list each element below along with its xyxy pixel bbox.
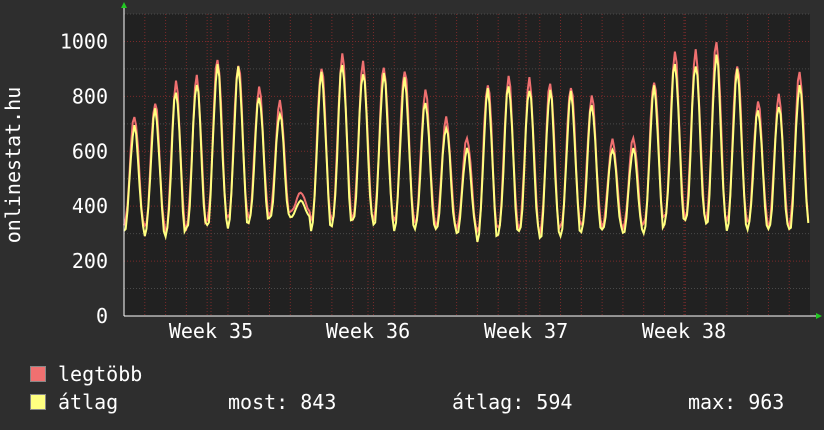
x-tick-label: Week 37 [484,319,568,343]
y-axis-label: onlinestat.hu [1,87,25,244]
chart-container: 0 200 400 600 800 1000 Week 35 Week 36 Week 37 We… [0,0,824,430]
x-tick-label: Week 36 [326,319,410,343]
y-tick-label: 600 [72,139,108,163]
atlag-swatch [30,394,46,410]
y-tick-label: 800 [72,84,108,108]
stat-max: max: 963 [688,390,785,414]
y-tick-label: 0 [96,304,108,328]
y-axis-arrow [121,2,127,8]
legtobb-swatch [30,366,46,382]
legtobb-label: legtöbb [58,362,143,386]
y-tick-label: 400 [72,194,108,218]
legend-item-atlag: átlag [30,390,118,414]
line-chart: 0 200 400 600 800 1000 Week 35 Week 36 Week 37 We… [1,2,822,343]
x-tick-label: Week 38 [642,319,726,343]
atlag-label: átlag [58,390,119,414]
x-tick-label: Week 35 [169,319,253,343]
y-tick-label: 1000 [60,29,108,53]
legend-item-legtobb: legtöbb [30,362,142,386]
stat-most: most: 843 [228,390,337,414]
x-axis-arrow [816,313,822,319]
y-tick-label: 200 [72,249,108,273]
plot-area [124,14,810,316]
stat-atlag: átlag: 594 [452,390,573,414]
